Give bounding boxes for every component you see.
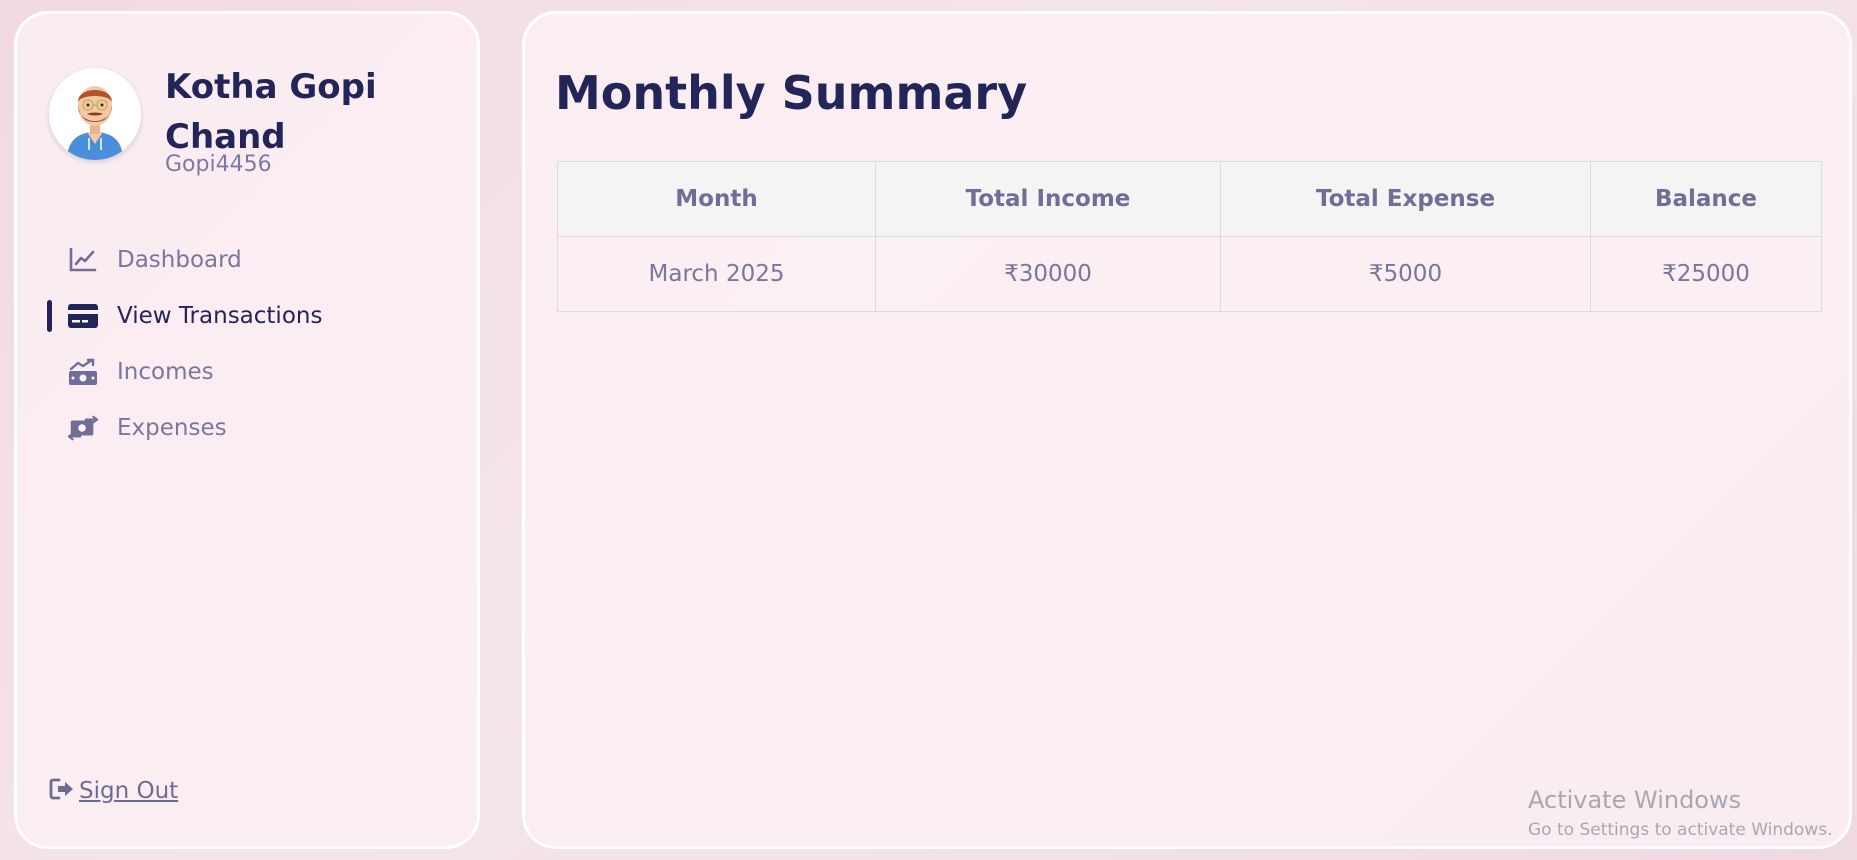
sidebar-item-label: View Transactions — [117, 303, 323, 329]
money-growth-icon — [67, 356, 99, 388]
user-name: Kotha Gopi Chand — [165, 67, 377, 157]
sidebar-nav: Dashboard View Transactions Incomes Expe… — [17, 232, 477, 456]
column-header-total-income: Total Income — [875, 161, 1221, 237]
user-handle: Gopi4456 — [165, 152, 272, 177]
sidebar-item-expenses[interactable]: Expenses — [17, 400, 477, 456]
watermark-subtitle: Go to Settings to activate Windows. — [1528, 820, 1833, 840]
avatar-illustration-icon — [49, 68, 141, 160]
cell-balance: ₹25000 — [1590, 236, 1822, 312]
sidebar-item-view-transactions[interactable]: View Transactions — [17, 288, 477, 344]
watermark-title: Activate Windows — [1528, 786, 1742, 814]
cell-total-income: ₹30000 — [875, 236, 1221, 312]
sign-out-label: Sign Out — [79, 778, 179, 804]
line-chart-icon — [67, 244, 99, 276]
avatar — [49, 68, 141, 160]
table-header-row: Month Total Income Total Expense Balance — [557, 161, 1822, 237]
sign-out-icon — [49, 778, 75, 804]
column-header-total-expense: Total Expense — [1220, 161, 1591, 237]
page-title: Monthly Summary — [555, 66, 1028, 120]
sidebar-item-label: Expenses — [117, 415, 227, 441]
column-header-balance: Balance — [1590, 161, 1822, 237]
credit-card-icon — [67, 300, 99, 332]
money-exchange-icon — [67, 412, 99, 444]
sidebar-item-dashboard[interactable]: Dashboard — [17, 232, 477, 288]
column-header-month: Month — [557, 161, 876, 237]
cell-month: March 2025 — [557, 236, 876, 312]
sign-out-link[interactable]: Sign Out — [49, 778, 178, 804]
cell-total-expense: ₹5000 — [1220, 236, 1591, 312]
activate-windows-watermark: Activate Windows Go to Settings to activ… — [1528, 786, 1833, 840]
table-row: March 2025 ₹30000 ₹5000 ₹25000 — [557, 236, 1822, 312]
sidebar-item-label: Dashboard — [117, 247, 242, 273]
monthly-summary-table: Month Total Income Total Expense Balance… — [557, 161, 1822, 312]
main-panel: Monthly Summary Month Total Income Total… — [522, 11, 1852, 849]
sidebar-item-incomes[interactable]: Incomes — [17, 344, 477, 400]
sidebar-item-label: Incomes — [117, 359, 214, 385]
sidebar: Kotha Gopi Chand Gopi4456 Dashboard View… — [14, 11, 480, 849]
